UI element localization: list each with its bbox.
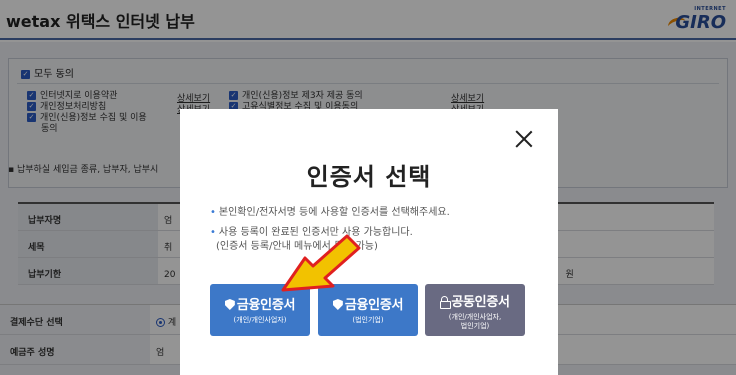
annotation-arrow-icon <box>281 234 361 292</box>
notice-line: • 본인확인/전자서명 등에 사용할 인증서를 선택해주세요. <box>210 207 450 218</box>
modal-title: 인증서 선택 <box>306 163 432 191</box>
bullet-icon: • <box>210 207 216 218</box>
joint-cert-button[interactable]: 공동인증서 (개인/개인사업자, 법인기업) <box>425 284 525 336</box>
lock-icon <box>440 296 452 309</box>
shield-icon <box>224 299 235 310</box>
bullet-icon: • <box>210 227 216 238</box>
close-icon[interactable] <box>514 129 534 149</box>
